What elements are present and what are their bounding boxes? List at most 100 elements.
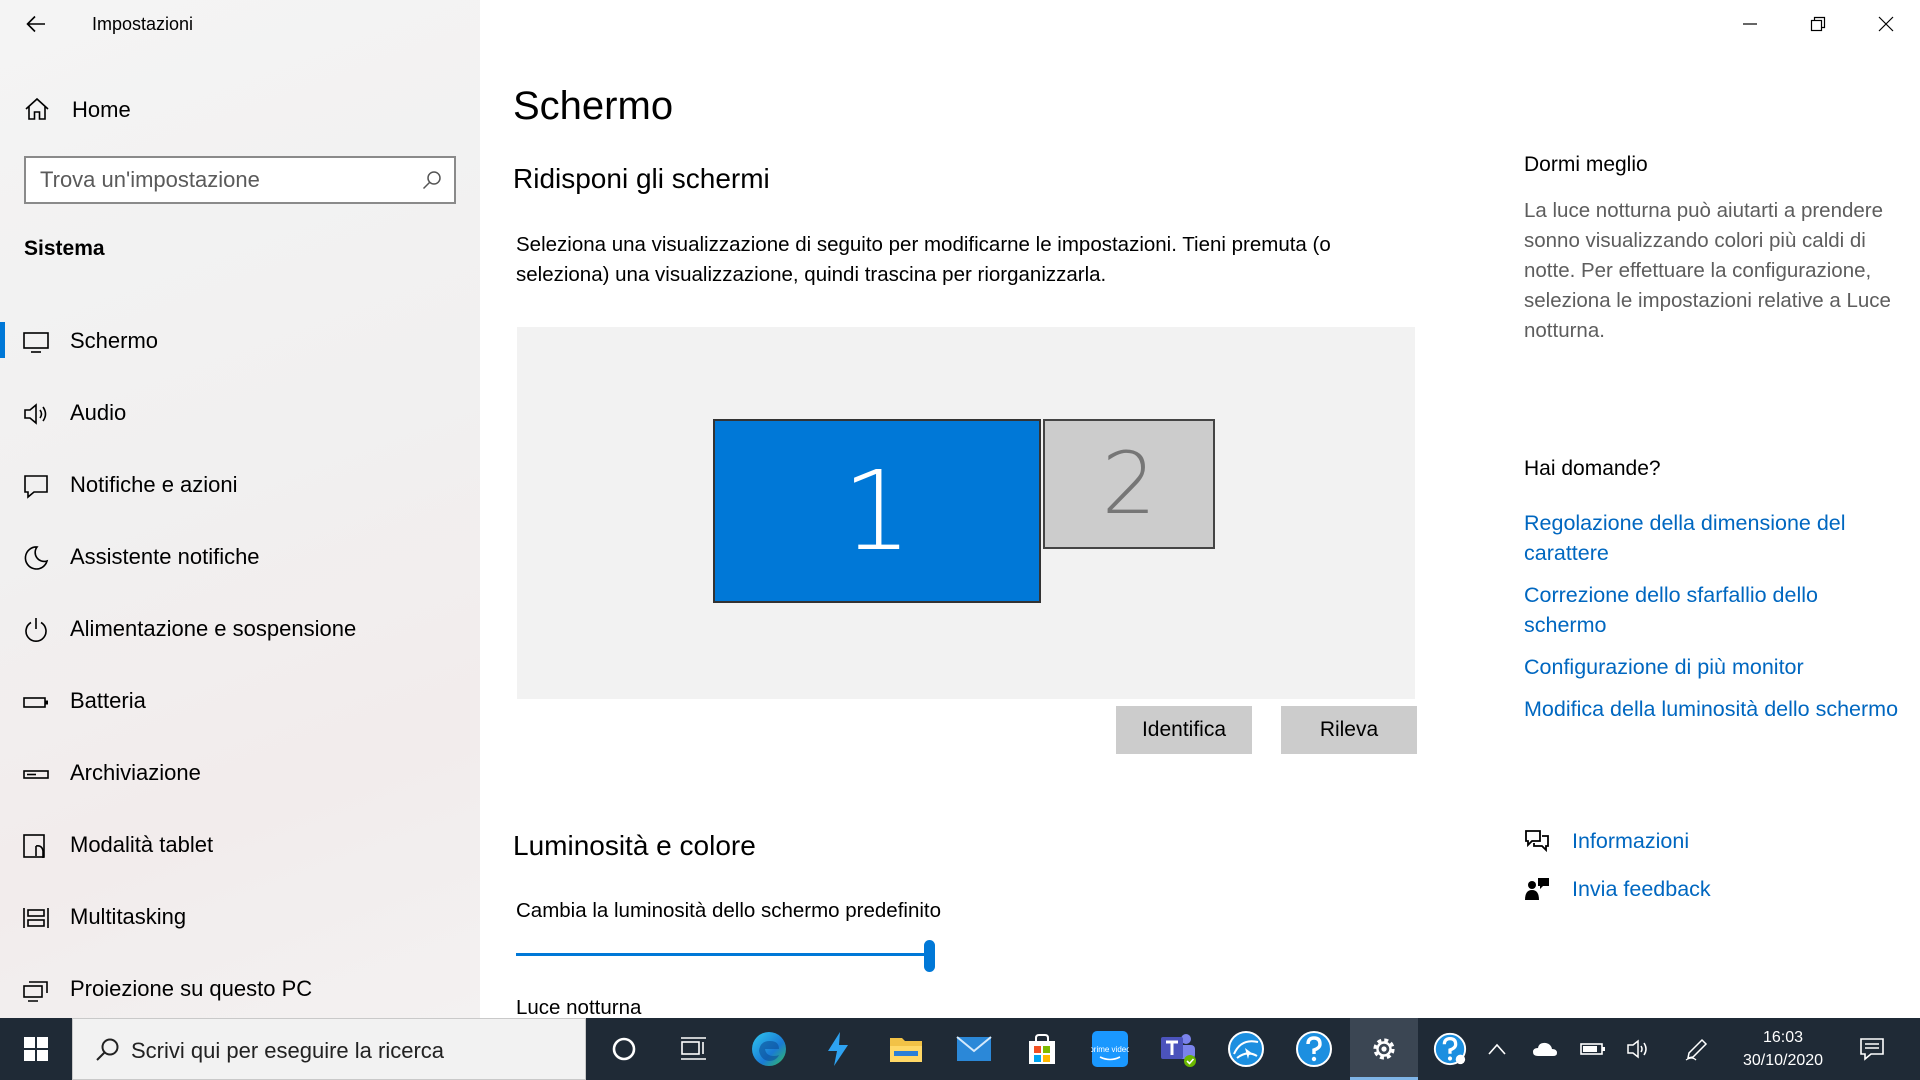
window-controls (1716, 0, 1920, 48)
power-icon (25, 618, 47, 642)
link-flicker-fix[interactable]: Correzione dello sfarfallio dello scherm… (1524, 580, 1904, 640)
monitor-icon (23, 332, 49, 353)
bolt-app-button[interactable] (804, 1018, 872, 1080)
start-button[interactable] (0, 1018, 72, 1080)
battery-icon (1580, 1043, 1605, 1055)
file-explorer-button[interactable] (872, 1018, 940, 1080)
identify-button[interactable]: Identifica (1116, 706, 1252, 754)
search-icon[interactable] (422, 170, 442, 190)
sleep-better-title: Dormi meglio (1524, 153, 1648, 176)
help-icon (1296, 1031, 1332, 1067)
prime-video-button[interactable]: prime video (1076, 1018, 1144, 1080)
show-hidden-icons-button[interactable] (1482, 1018, 1512, 1080)
settings-search-input[interactable] (40, 166, 400, 194)
give-feedback-row[interactable]: Invia feedback (1524, 874, 1711, 904)
volume-tray-button[interactable] (1622, 1018, 1656, 1080)
multitasking-icon (23, 908, 49, 928)
settings-app-button[interactable] (1350, 1018, 1418, 1080)
edge-icon (752, 1032, 786, 1066)
feedback-person-icon (1525, 878, 1549, 900)
get-help-app-button[interactable] (1280, 1018, 1348, 1080)
settings-sidebar: Impostazioni Home Sistema Schermo Audio … (0, 0, 480, 1018)
notification-icon (1860, 1038, 1884, 1061)
cortana-button[interactable] (590, 1018, 658, 1080)
arrange-section-title: Ridisponi gli schermi (513, 163, 770, 194)
help-icon (1433, 1032, 1467, 1066)
brightness-slider-thumb[interactable] (924, 940, 935, 972)
battery-tray-button[interactable] (1576, 1018, 1610, 1080)
prime-video-icon: prime video (1091, 1031, 1129, 1067)
sidebar-item-storage[interactable]: Archiviazione (0, 738, 480, 810)
onedrive-tray-button[interactable] (1528, 1018, 1562, 1080)
pen-workspace-button[interactable] (1680, 1018, 1714, 1080)
sidebar-item-focus-assist[interactable]: Assistente notifiche (0, 522, 480, 594)
projection-icon (23, 981, 48, 1002)
sidebar-item-label: Archiviazione (70, 760, 201, 785)
sidebar-item-label: Schermo (70, 328, 159, 353)
edge-button[interactable] (735, 1018, 803, 1080)
sidebar-item-label: Alimentazione e sospensione (70, 616, 357, 641)
sidebar-item-tablet-mode[interactable]: Modalità tablet (0, 810, 480, 882)
sidebar-item-home[interactable]: Home (0, 88, 480, 130)
speaker-icon (24, 403, 47, 425)
tray-help-button[interactable] (1422, 1018, 1478, 1080)
prime-video-icon-label: prime video (1091, 1045, 1129, 1054)
brightness-label: Cambia la luminosità dello schermo prede… (516, 899, 942, 922)
store-button[interactable] (1008, 1018, 1076, 1080)
action-center-button[interactable] (1844, 1018, 1900, 1080)
sidebar-item-notifications[interactable]: Notifiche e azioni (0, 450, 480, 522)
task-view-button[interactable] (660, 1018, 728, 1080)
store-icon (1029, 1034, 1055, 1064)
chat-help-icon (1525, 830, 1549, 853)
restore-icon (1810, 16, 1826, 32)
questions-title: Hai domande? (1524, 457, 1661, 480)
sidebar-item-power-sleep[interactable]: Alimentazione e sospensione (0, 594, 480, 666)
sidebar-item-multitasking[interactable]: Multitasking (0, 882, 480, 954)
minimize-button[interactable] (1716, 0, 1784, 48)
teams-button[interactable] (1144, 1018, 1212, 1080)
file-explorer-icon (890, 1038, 922, 1062)
display-2-tile[interactable]: 2 (1043, 419, 1215, 549)
close-button[interactable] (1852, 0, 1920, 48)
sidebar-item-audio[interactable]: Audio (0, 378, 480, 450)
link-text-size[interactable]: Regolazione della dimensione del caratte… (1524, 508, 1904, 568)
display-arrangement-area: 1 2 (517, 327, 1415, 699)
brightness-slider-track[interactable] (516, 953, 930, 956)
sidebar-item-display[interactable]: Schermo (0, 306, 480, 378)
settings-search-field[interactable] (24, 156, 456, 204)
link-brightness[interactable]: Modifica della luminosità dello schermo (1524, 694, 1904, 724)
sidebar-item-project-to-pc[interactable]: Proiezione su questo PC (0, 954, 480, 1026)
get-help-link[interactable]: Informazioni (1572, 829, 1689, 854)
display-1-tile[interactable]: 1 (713, 419, 1041, 603)
taskbar-search-box[interactable]: Scrivi qui per eseguire la ricerca (72, 1018, 586, 1080)
arrange-description: Seleziona una visualizzazione di seguito… (516, 233, 1331, 286)
mail-button[interactable] (940, 1018, 1008, 1080)
chevron-up-icon (1488, 1043, 1506, 1055)
app-title: Impostazioni (92, 14, 194, 34)
clock-date: 30/10/2020 (1742, 1052, 1824, 1069)
sidebar-item-label: Proiezione su questo PC (70, 976, 313, 1001)
brightness-slider[interactable] (516, 940, 936, 972)
taskbar-clock[interactable]: 16:03 30/10/2020 (1714, 1026, 1852, 1072)
sidebar-item-label: Audio (70, 400, 127, 425)
section-label-system: Sistema (24, 237, 105, 260)
restore-button[interactable] (1784, 0, 1852, 48)
link-multiple-monitors[interactable]: Configurazione di più monitor (1524, 652, 1904, 682)
night-light-label: Luce notturna (516, 996, 642, 1019)
message-icon (24, 475, 48, 499)
settings-icon (1373, 1038, 1395, 1060)
teams-icon (1161, 1034, 1196, 1067)
clock-time: 16:03 (1762, 1029, 1804, 1046)
browser-globe-button[interactable] (1212, 1018, 1280, 1080)
give-feedback-link[interactable]: Invia feedback (1572, 877, 1711, 902)
back-button[interactable] (18, 6, 54, 42)
mail-icon (956, 1036, 992, 1061)
brightness-section-title: Luminosità e colore (513, 830, 756, 861)
sidebar-nav: Schermo Audio Notifiche e azioni Assiste… (0, 306, 480, 1026)
minimize-icon (1743, 23, 1757, 25)
detect-button[interactable]: Rileva (1281, 706, 1417, 754)
sleep-better-text: La luce notturna può aiutarti a prendere… (1524, 199, 1891, 342)
sidebar-item-label: Assistente notifiche (70, 544, 260, 569)
get-help-row[interactable]: Informazioni (1524, 826, 1689, 856)
sidebar-item-battery[interactable]: Batteria (0, 666, 480, 738)
